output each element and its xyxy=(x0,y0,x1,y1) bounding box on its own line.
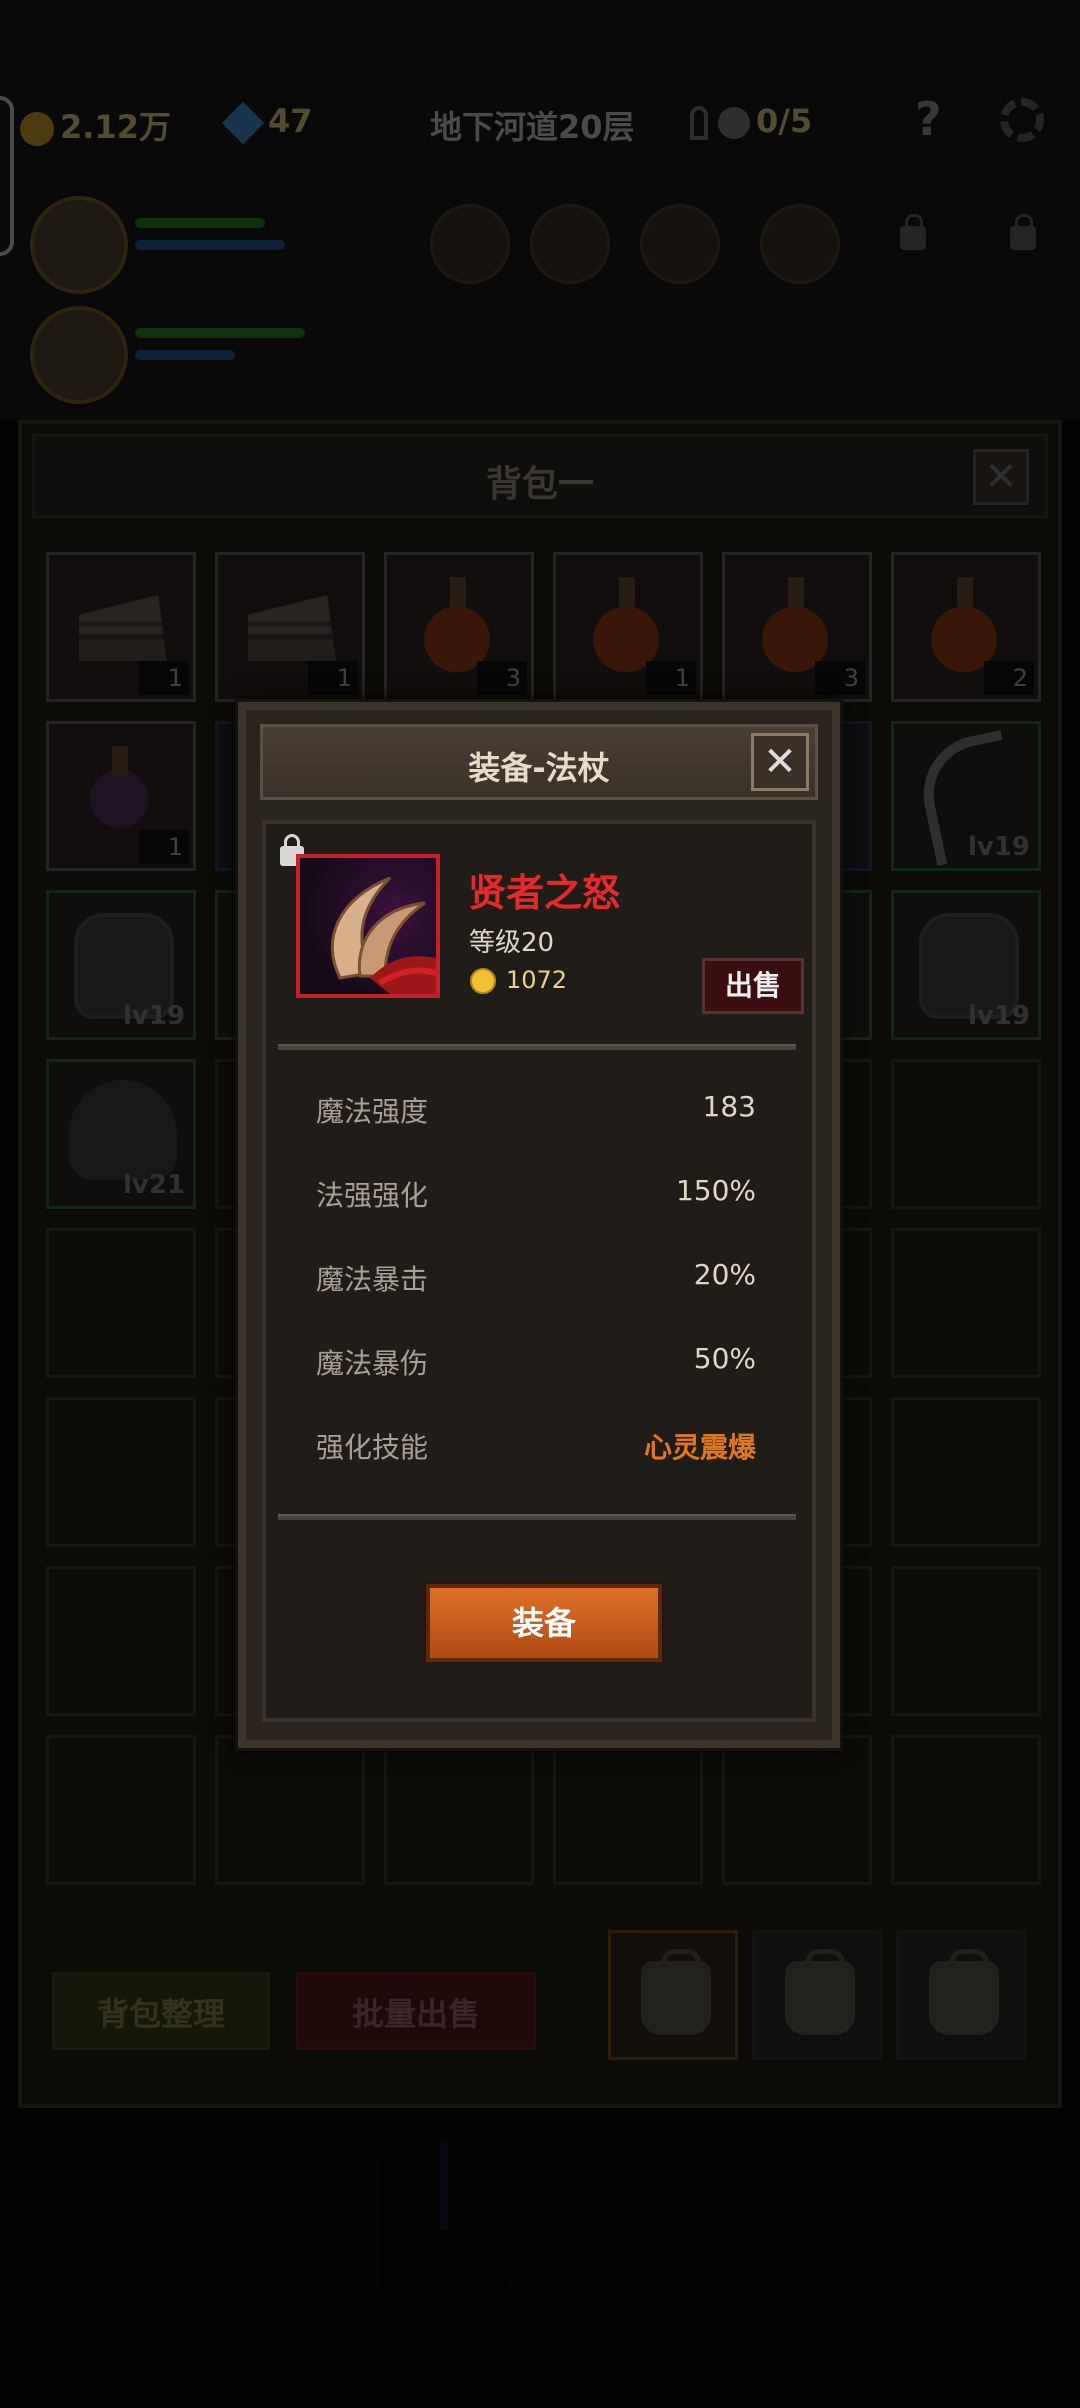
stat-row: 法强强化 150% xyxy=(316,1174,756,1214)
stat-row: 魔法暴伤 50% xyxy=(316,1342,756,1382)
stat-value: 50% xyxy=(693,1342,756,1375)
equipment-dialog: 装备-法杖 ✕ 贤者之怒 等级20 1072 出售 魔法强度 183 法强强化 … xyxy=(238,702,840,1748)
stat-label: 魔法暴伤 xyxy=(316,1347,429,1380)
stat-label: 魔法暴击 xyxy=(316,1263,429,1296)
divider xyxy=(278,1044,796,1050)
stat-value: 183 xyxy=(702,1090,756,1123)
item-level: 等级20 xyxy=(469,928,555,958)
stat-row: 强化技能 心灵震爆 xyxy=(316,1426,756,1466)
dialog-title: 装备-法杖 xyxy=(468,749,610,787)
stat-row: 魔法暴击 20% xyxy=(316,1258,756,1298)
dialog-header: 装备-法杖 ✕ xyxy=(260,724,818,800)
item-name: 贤者之怒 xyxy=(468,871,621,915)
gold-coin-icon xyxy=(470,968,496,994)
dialog-close-button[interactable]: ✕ xyxy=(751,733,809,791)
stat-value: 150% xyxy=(675,1174,756,1207)
sell-button[interactable]: 出售 xyxy=(702,958,804,1014)
claw-staff-icon xyxy=(330,876,436,994)
stat-value: 20% xyxy=(693,1258,756,1291)
divider xyxy=(278,1514,796,1520)
dialog-body: 贤者之怒 等级20 1072 出售 魔法强度 183 法强强化 150% 魔法暴… xyxy=(262,820,816,1722)
enhanced-skill-name: 心灵震爆 xyxy=(643,1431,756,1464)
equip-button[interactable]: 装备 xyxy=(426,1584,662,1662)
item-price: 1072 xyxy=(506,966,568,994)
stat-label: 魔法强度 xyxy=(316,1095,429,1128)
stat-label: 法强强化 xyxy=(316,1179,429,1212)
stat-row: 魔法强度 183 xyxy=(316,1090,756,1130)
stat-label: 强化技能 xyxy=(316,1431,429,1464)
item-portrait xyxy=(296,854,440,998)
